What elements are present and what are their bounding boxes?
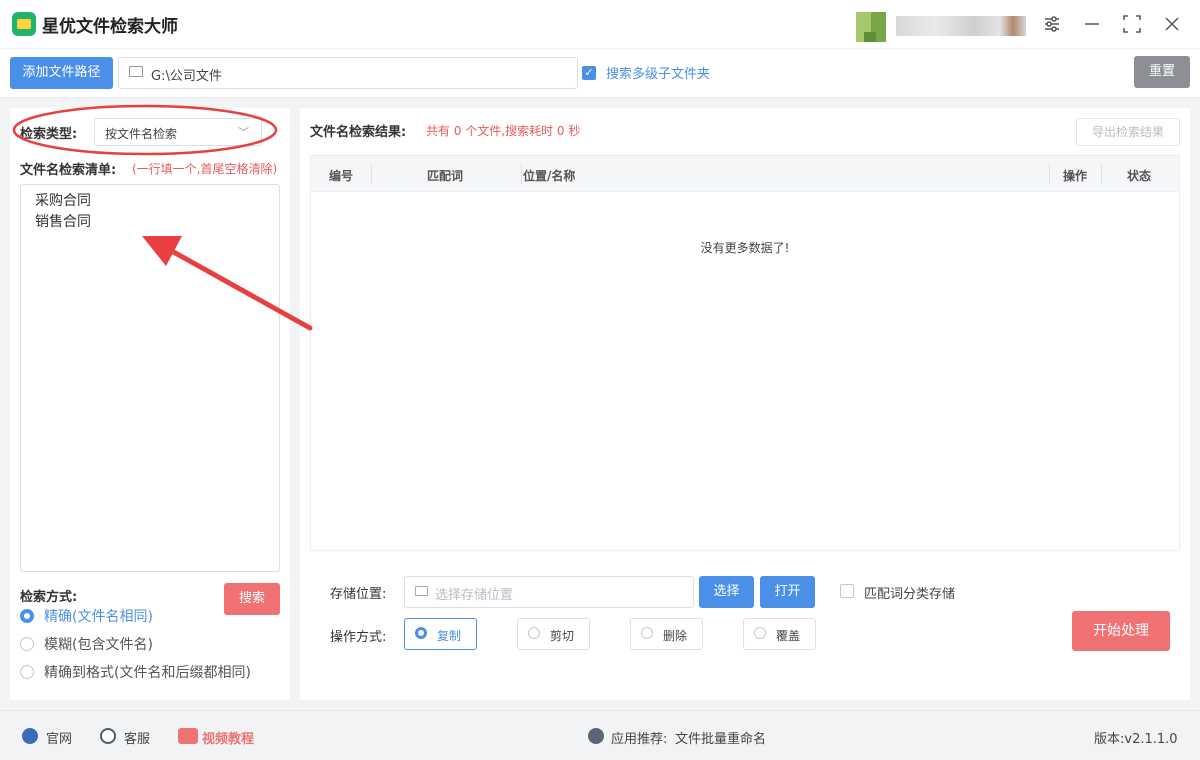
column-header: 状态	[1127, 169, 1152, 183]
results-table: 编号 匹配词 位置/名称 操作 状态 没有更多数据了!	[310, 155, 1180, 551]
list-hint: (一行填一个,首尾空格清除)	[132, 162, 278, 176]
avatar[interactable]	[856, 12, 886, 42]
path-input[interactable]: G:\公司文件	[118, 57, 578, 89]
blurred-username[interactable]	[896, 16, 1026, 36]
operation-option-label: 复制	[437, 629, 462, 643]
table-header: 编号 匹配词 位置/名称 操作 状态	[311, 156, 1179, 192]
radio-unselected[interactable]	[641, 627, 653, 639]
radio-unselected[interactable]	[20, 637, 34, 651]
operation-delete-option[interactable]: 删除	[630, 618, 703, 650]
results-summary: 共有 0 个文件,搜索耗时 0 秒	[426, 124, 581, 138]
storage-label: 存储位置:	[330, 587, 387, 602]
support-link[interactable]: 客服	[124, 728, 150, 747]
close-icon[interactable]	[1160, 12, 1184, 36]
column-divider	[521, 164, 522, 184]
radio-selected[interactable]	[415, 627, 427, 639]
mode-label: 精确到格式(文件名和后缀都相同)	[44, 665, 251, 681]
maximize-icon[interactable]	[1120, 12, 1144, 36]
list-item: 销售合同	[35, 214, 91, 230]
settings-sliders-icon[interactable]	[1040, 12, 1064, 36]
operation-overwrite-option[interactable]: 覆盖	[743, 618, 816, 650]
search-type-value: 按文件名检索	[105, 127, 178, 141]
search-mode-label: 检索方式:	[20, 590, 78, 605]
filename-list-textarea[interactable]: 采购合同 销售合同	[20, 184, 280, 572]
start-processing-button[interactable]: 开始处理	[1072, 611, 1170, 651]
results-panel: 文件名检索结果: 共有 0 个文件,搜索耗时 0 秒 导出检索结果 编号 匹配词…	[300, 108, 1190, 700]
select-storage-button[interactable]: 选择	[699, 576, 754, 608]
radio-unselected[interactable]	[20, 665, 34, 679]
subfolder-label[interactable]: 搜索多级子文件夹	[606, 63, 710, 82]
column-header: 匹配词	[427, 169, 464, 183]
operation-option-label: 覆盖	[776, 629, 801, 643]
column-header: 编号	[329, 169, 354, 183]
column-divider	[1101, 164, 1102, 184]
status-bar: 官网 客服 视频教程 应用推荐: 文件批量重命名 版本:v2.1.1.0	[0, 710, 1200, 760]
search-type-select[interactable]: 按文件名检索 ﹀	[94, 118, 262, 146]
recommend-label: 应用推荐:	[611, 732, 668, 747]
video-tutorial-link[interactable]: 视频教程	[202, 728, 254, 747]
add-path-button[interactable]: 添加文件路径	[10, 57, 113, 89]
link-icon	[588, 728, 604, 744]
website-icon[interactable]	[22, 728, 38, 744]
mode-label: 精确(文件名相同)	[44, 609, 153, 625]
website-link[interactable]: 官网	[46, 728, 72, 747]
operation-label: 操作方式:	[330, 630, 387, 645]
search-settings-panel: 检索类型: 按文件名检索 ﹀ 文件名检索清单: (一行填一个,首尾空格清除) 采…	[10, 108, 290, 700]
open-storage-button[interactable]: 打开	[760, 576, 815, 608]
folder-icon	[415, 586, 428, 596]
operation-copy-option[interactable]: 复制	[404, 618, 477, 650]
path-value: G:\公司文件	[151, 69, 222, 84]
empty-message: 没有更多数据了!	[700, 241, 790, 255]
search-button[interactable]: 搜索	[224, 583, 280, 615]
radio-selected[interactable]	[20, 609, 34, 623]
folder-icon	[129, 66, 143, 77]
list-item: 采购合同	[35, 193, 91, 209]
reset-button[interactable]: 重置	[1134, 56, 1190, 88]
list-label: 文件名检索清单:	[20, 163, 117, 178]
column-header: 操作	[1063, 169, 1088, 183]
classify-label[interactable]: 匹配词分类存储	[864, 583, 955, 602]
column-divider	[1049, 164, 1050, 184]
video-icon[interactable]	[178, 728, 198, 744]
column-divider	[371, 164, 372, 184]
recommend-app-link[interactable]: 文件批量重命名	[675, 728, 766, 747]
chevron-down-icon: ﹀	[238, 126, 249, 139]
app-logo-icon	[12, 12, 36, 36]
storage-location-input[interactable]: 选择存储位置	[404, 576, 694, 608]
mode-label: 模糊(包含文件名)	[44, 637, 153, 653]
app-title: 星优文件检索大师	[42, 17, 178, 37]
column-header: 位置/名称	[523, 169, 576, 183]
version-text: 版本:v2.1.1.0	[1094, 732, 1178, 747]
storage-placeholder: 选择存储位置	[435, 588, 514, 603]
path-toolbar: 添加文件路径 G:\公司文件 ✓ 搜索多级子文件夹 重置	[0, 48, 1200, 98]
radio-unselected[interactable]	[528, 627, 540, 639]
title-bar: 星优文件检索大师	[0, 0, 1200, 48]
operation-cut-option[interactable]: 剪切	[517, 618, 590, 650]
radio-unselected[interactable]	[754, 627, 766, 639]
minimize-icon[interactable]	[1080, 12, 1104, 36]
export-results-button[interactable]: 导出检索结果	[1076, 118, 1180, 146]
operation-option-label: 删除	[663, 629, 688, 643]
subfolder-checkbox[interactable]: ✓	[582, 66, 596, 80]
results-title: 文件名检索结果:	[310, 125, 407, 140]
support-icon[interactable]	[100, 728, 116, 744]
search-type-label: 检索类型:	[20, 127, 78, 142]
classify-checkbox[interactable]	[840, 584, 854, 598]
operation-option-label: 剪切	[550, 629, 575, 643]
